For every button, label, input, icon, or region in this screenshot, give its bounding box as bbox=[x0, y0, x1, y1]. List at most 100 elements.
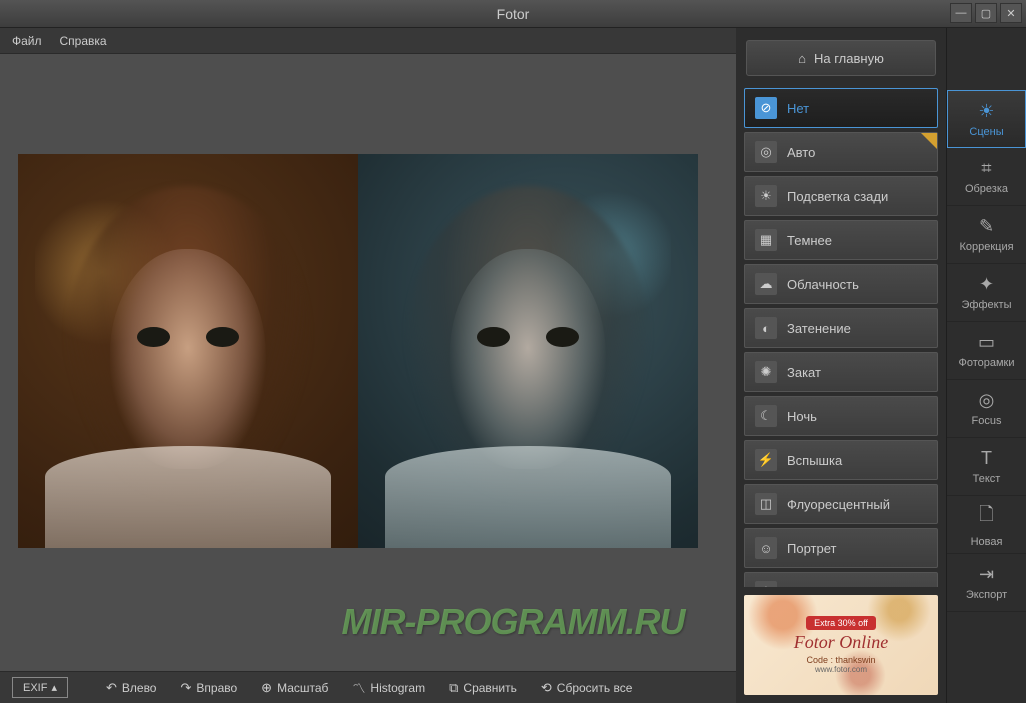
tool-icon: ⇥ bbox=[979, 564, 994, 585]
effect-icon: ☾ bbox=[755, 405, 777, 427]
scene-effect-7[interactable]: ☾ Ночь bbox=[744, 396, 938, 436]
window-controls: — ▢ ✕ bbox=[950, 3, 1022, 23]
tool-focus[interactable]: ◎ Focus bbox=[947, 380, 1026, 438]
tool-label: Текст bbox=[973, 473, 1001, 485]
tool-эффекты[interactable]: ✦ Эффекты bbox=[947, 264, 1026, 322]
effect-label: Закат bbox=[787, 365, 821, 380]
menu-file[interactable]: Файл bbox=[12, 34, 42, 48]
scene-effect-list: ⊘ Нет ◎ Авто ☀ Подсветка сзади ▦ Темнее ☁ Облачно… bbox=[736, 88, 946, 587]
effect-icon: ◐ bbox=[755, 317, 777, 339]
tool-icon: ◎ bbox=[979, 390, 995, 411]
tool-icon: T bbox=[981, 448, 992, 469]
rotate-right-button[interactable]: ↷Вправо bbox=[170, 676, 247, 700]
tool-коррекция[interactable]: ✎ Коррекция bbox=[947, 206, 1026, 264]
tool-label: Экспорт bbox=[966, 589, 1007, 601]
effect-icon: ▦ bbox=[755, 229, 777, 251]
effect-icon: ⚡ bbox=[755, 449, 777, 471]
effect-label: Вспышка bbox=[787, 453, 842, 468]
tool-label: Новая bbox=[971, 536, 1003, 548]
promo-url: www.fotor.com bbox=[815, 665, 867, 674]
tool-label: Фоторамки bbox=[958, 357, 1014, 369]
effect-label: Облачность bbox=[787, 277, 859, 292]
scene-effect-2[interactable]: ☀ Подсветка сзади bbox=[744, 176, 938, 216]
rotate-left-icon: ↶ bbox=[106, 680, 117, 696]
tool-label: Обрезка bbox=[965, 183, 1008, 195]
scene-effect-6[interactable]: ✺ Закат bbox=[744, 352, 938, 392]
effect-label: Портрет bbox=[787, 541, 836, 556]
effect-icon: ◫ bbox=[755, 493, 777, 515]
tool-сцены[interactable]: ☀ Сцены bbox=[947, 90, 1026, 148]
tool-label: Focus bbox=[972, 415, 1002, 427]
promo-title: Fotor Online bbox=[794, 632, 889, 653]
home-button-label: На главную bbox=[814, 51, 884, 66]
tool-icon: ☀ bbox=[978, 101, 994, 122]
minimize-button[interactable]: — bbox=[950, 3, 972, 23]
tool-label: Эффекты bbox=[961, 299, 1011, 311]
effect-label: Затенение bbox=[787, 321, 851, 336]
tool-экспорт[interactable]: ⇥ Экспорт bbox=[947, 554, 1026, 612]
image-canvas[interactable] bbox=[18, 154, 698, 548]
home-icon: ⌂ bbox=[798, 51, 806, 66]
effect-label: Песок/Снег bbox=[787, 585, 855, 588]
maximize-button[interactable]: ▢ bbox=[975, 3, 997, 23]
promo-banner[interactable]: Extra 30% off Fotor Online Code : thanks… bbox=[744, 595, 938, 695]
effect-label: Подсветка сзади bbox=[787, 189, 888, 204]
zoom-button[interactable]: ⊕Масштаб bbox=[251, 676, 338, 700]
zoom-icon: ⊕ bbox=[261, 680, 272, 696]
compare-button[interactable]: ⧉Сравнить bbox=[439, 676, 527, 700]
tool-icon: ⌗ bbox=[981, 158, 991, 179]
menu-help[interactable]: Справка bbox=[60, 34, 107, 48]
scene-effect-4[interactable]: ☁ Облачность bbox=[744, 264, 938, 304]
rotate-left-button[interactable]: ↶Влево bbox=[96, 676, 167, 700]
effect-icon: ☀ bbox=[755, 185, 777, 207]
workspace bbox=[0, 54, 736, 671]
tool-icon: ✦ bbox=[979, 274, 994, 295]
effect-icon: ❄ bbox=[755, 581, 777, 587]
tool-текст[interactable]: T Текст bbox=[947, 438, 1026, 496]
effect-label: Нет bbox=[787, 101, 809, 116]
bottom-toolbar: EXIF▴ ↶Влево ↷Вправо ⊕Масштаб 〽Histogram… bbox=[0, 671, 736, 703]
effect-label: Ночь bbox=[787, 409, 817, 424]
scene-effect-8[interactable]: ⚡ Вспышка bbox=[744, 440, 938, 480]
image-before bbox=[18, 154, 358, 548]
app-title: Fotor bbox=[497, 6, 530, 22]
promo-tag: Extra 30% off bbox=[806, 616, 876, 630]
effect-icon: ◎ bbox=[755, 141, 777, 163]
close-button[interactable]: ✕ bbox=[1000, 3, 1022, 23]
tool-label: Коррекция bbox=[959, 241, 1013, 253]
tool-sidebar: ☀ Сцены ⌗ Обрезка ✎ Коррекция ✦ Эффекты ▭ Фоторам… bbox=[946, 28, 1026, 703]
tool-label: Сцены bbox=[969, 126, 1003, 138]
tool-icon: 🗋 bbox=[979, 502, 993, 532]
rotate-right-icon: ↷ bbox=[180, 680, 191, 696]
scene-effect-3[interactable]: ▦ Темнее bbox=[744, 220, 938, 260]
scene-effect-0[interactable]: ⊘ Нет bbox=[744, 88, 938, 128]
image-after bbox=[358, 154, 698, 548]
title-bar: Fotor — ▢ ✕ bbox=[0, 0, 1026, 28]
reset-all-button[interactable]: ⟲Сбросить все bbox=[531, 676, 643, 700]
tool-icon: ▭ bbox=[978, 332, 995, 353]
histogram-icon: 〽 bbox=[352, 678, 365, 697]
scene-effect-5[interactable]: ◐ Затенение bbox=[744, 308, 938, 348]
effect-label: Флуоресцентный bbox=[787, 497, 890, 512]
effect-label: Авто bbox=[787, 145, 815, 160]
scene-effect-1[interactable]: ◎ Авто bbox=[744, 132, 938, 172]
star-badge-icon bbox=[921, 133, 937, 149]
exif-button[interactable]: EXIF▴ bbox=[12, 677, 68, 698]
effect-icon: ✺ bbox=[755, 361, 777, 383]
tool-обрезка[interactable]: ⌗ Обрезка bbox=[947, 148, 1026, 206]
scene-effect-10[interactable]: ☺Портрет bbox=[744, 528, 938, 568]
promo-code: Code : thankswin bbox=[806, 655, 875, 665]
home-button[interactable]: ⌂ На главную bbox=[746, 40, 936, 76]
effect-label: Темнее bbox=[787, 233, 832, 248]
compare-icon: ⧉ bbox=[449, 680, 458, 696]
scene-effect-11[interactable]: ❄ Песок/Снег bbox=[744, 572, 938, 587]
histogram-button[interactable]: 〽Histogram bbox=[342, 674, 435, 701]
scene-effect-9[interactable]: ◫ Флуоресцентный bbox=[744, 484, 938, 524]
effect-icon: ⊘ bbox=[755, 97, 777, 119]
right-panel: ⌂ На главную ⊘ Нет ◎ Авто ☀ Подсветка сзади ▦ Т… bbox=[736, 28, 1026, 703]
tool-icon: ✎ bbox=[979, 216, 994, 237]
effect-icon: ☁ bbox=[755, 273, 777, 295]
chevron-up-icon: ▴ bbox=[51, 681, 57, 694]
tool-фоторамки[interactable]: ▭ Фоторамки bbox=[947, 322, 1026, 380]
tool-новая[interactable]: 🗋 Новая bbox=[947, 496, 1026, 554]
